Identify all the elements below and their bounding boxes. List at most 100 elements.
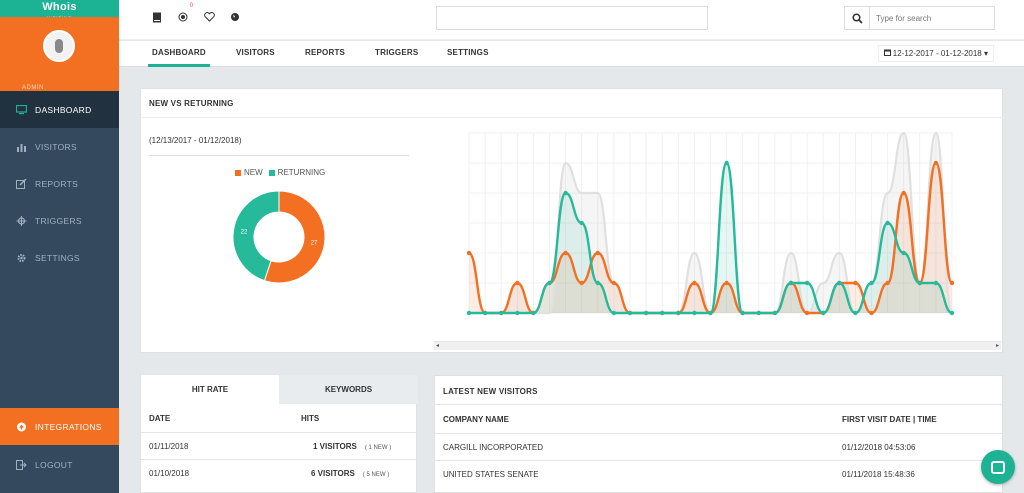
data-point xyxy=(901,250,906,256)
tab-visitors[interactable]: VISITORS xyxy=(236,48,275,57)
data-point xyxy=(515,310,520,316)
heart-icon[interactable] xyxy=(203,11,215,23)
logo-text: Whois xyxy=(42,1,77,13)
upload-circle-icon xyxy=(16,422,27,432)
sidebar-item-label: SETTINGS xyxy=(35,252,80,263)
hit-rate-panel: HIT RATE KEYWORDS DATE HITS 01/11/2018 1… xyxy=(140,375,418,493)
sidebar-item-visitors[interactable]: VISITORS xyxy=(0,128,119,165)
legend-label-returning: RETURNING xyxy=(277,168,326,177)
book-icon[interactable] xyxy=(151,11,163,23)
company-name[interactable]: UNITED STATES SENATE xyxy=(443,470,539,479)
panel-title: LATEST NEW VISITORS xyxy=(443,387,538,396)
data-point xyxy=(466,310,472,316)
sidebar-item-reports[interactable]: REPORTS xyxy=(0,165,119,202)
date-range-text: 12-12-2017 - 01-12-2018 xyxy=(892,49,982,58)
topbar: 0 xyxy=(119,0,1024,40)
divider xyxy=(149,155,409,156)
sidebar-item-triggers[interactable]: TRIGGERS xyxy=(0,202,119,239)
data-point xyxy=(901,190,906,196)
scroll-right-icon[interactable]: ▸ xyxy=(996,342,999,351)
divider xyxy=(435,433,1004,434)
data-point xyxy=(547,280,552,286)
data-point xyxy=(643,310,649,316)
column-header-hits: HITS xyxy=(301,414,320,423)
hit-row-visitors: 6 VISITORS ( 5 NEW ) xyxy=(311,469,389,478)
column-header-company: COMPANY NAME xyxy=(443,415,509,424)
data-point xyxy=(917,280,922,286)
search-input[interactable] xyxy=(870,6,995,30)
user-box: ADMIN xyxy=(0,17,119,91)
sidebar-item-label: TRIGGERS xyxy=(35,215,82,226)
donut-legend: NEW RETURNING xyxy=(235,168,325,177)
data-point xyxy=(515,280,520,286)
data-point xyxy=(853,280,858,286)
edit-icon xyxy=(16,178,27,189)
search-button[interactable] xyxy=(844,6,870,30)
data-point xyxy=(531,310,536,316)
data-point xyxy=(885,220,890,226)
divider xyxy=(141,117,1004,118)
data-point xyxy=(788,280,794,286)
sidebar-item-label: LOGOUT xyxy=(35,459,73,470)
column-header-first-visit: FIRST VISIT DATE | TIME xyxy=(842,415,937,424)
chat-button[interactable] xyxy=(981,450,1015,484)
divider xyxy=(435,404,1004,405)
data-point xyxy=(740,310,745,316)
range-text: (12/13/2017 - 01/12/2018) xyxy=(149,136,242,145)
tab-keywords[interactable]: KEYWORDS xyxy=(279,375,418,404)
search-icon xyxy=(851,12,863,24)
data-point xyxy=(627,310,633,316)
sidebar-item-label: REPORTS xyxy=(35,178,79,189)
sidebar-item-integrations[interactable]: INTEGRATIONS xyxy=(0,408,119,445)
data-point xyxy=(869,280,874,286)
data-point xyxy=(579,280,584,286)
first-visit-time: 01/11/2018 15:48:36 xyxy=(842,470,915,479)
center-input[interactable] xyxy=(436,6,708,30)
column-header-date: DATE xyxy=(149,414,171,423)
sidebar-item-settings[interactable]: SETTINGS xyxy=(0,239,119,276)
legend-item-returning[interactable]: RETURNING xyxy=(268,168,326,177)
logo[interactable]: Whois VISITING xyxy=(0,0,119,20)
date-range-picker[interactable]: 12-12-2017 - 01-12-2018 ▾ xyxy=(877,45,994,62)
data-point xyxy=(869,310,874,316)
top-icons: 0 xyxy=(151,3,241,23)
legend-item-new[interactable]: NEW xyxy=(235,168,263,177)
tab-dashboard[interactable]: DASHBOARD xyxy=(148,48,210,67)
visitor-count: 1 VISITORS xyxy=(313,442,357,451)
data-point xyxy=(949,310,955,316)
tab-triggers[interactable]: TRIGGERS xyxy=(375,48,418,57)
scroll-left-icon[interactable]: ◂ xyxy=(436,342,439,351)
data-point xyxy=(611,280,617,286)
user-name: ADMIN xyxy=(22,85,44,91)
sidebar-item-dashboard[interactable]: DASHBOARD xyxy=(0,91,119,128)
new-vs-returning-panel: NEW VS RETURNING (12/13/2017 - 01/12/201… xyxy=(140,88,1004,353)
divider xyxy=(141,459,418,460)
data-point xyxy=(499,310,504,316)
tab-reports[interactable]: REPORTS xyxy=(305,48,345,57)
panel-title: NEW VS RETURNING xyxy=(149,99,234,108)
sidebar-item-logout[interactable]: LOGOUT xyxy=(0,446,119,483)
avatar-icon xyxy=(55,39,63,53)
tab-settings[interactable]: SETTINGS xyxy=(447,48,489,57)
data-point xyxy=(708,310,713,316)
target-icon[interactable]: 0 xyxy=(177,3,193,23)
visitor-count: 6 VISITORS xyxy=(311,469,355,478)
sidebar-item-label: VISITORS xyxy=(35,141,77,152)
logout-icon xyxy=(16,459,27,470)
tab-hit-rate[interactable]: HIT RATE xyxy=(141,375,279,404)
donut-chart: 27 22 xyxy=(232,190,326,284)
data-point xyxy=(933,160,939,166)
data-point xyxy=(611,310,617,316)
data-point xyxy=(821,310,826,316)
globe-icon[interactable] xyxy=(229,11,241,23)
monitor-icon xyxy=(16,104,27,115)
notification-badge: 0 xyxy=(189,3,193,9)
chart-scrollbar[interactable]: ◂ ▸ xyxy=(434,341,1001,350)
data-point xyxy=(595,250,600,256)
new-count: ( 5 NEW ) xyxy=(362,472,390,478)
avatar[interactable] xyxy=(43,30,75,62)
first-visit-time: 01/12/2018 04:53:06 xyxy=(842,443,916,452)
company-name[interactable]: CARGILL INCORPORATED xyxy=(443,443,543,452)
tabs-bar: DASHBOARD VISITORS REPORTS TRIGGERS SETT… xyxy=(119,41,1024,67)
latest-visitors-panel: LATEST NEW VISITORS COMPANY NAME FIRST V… xyxy=(434,375,1004,493)
